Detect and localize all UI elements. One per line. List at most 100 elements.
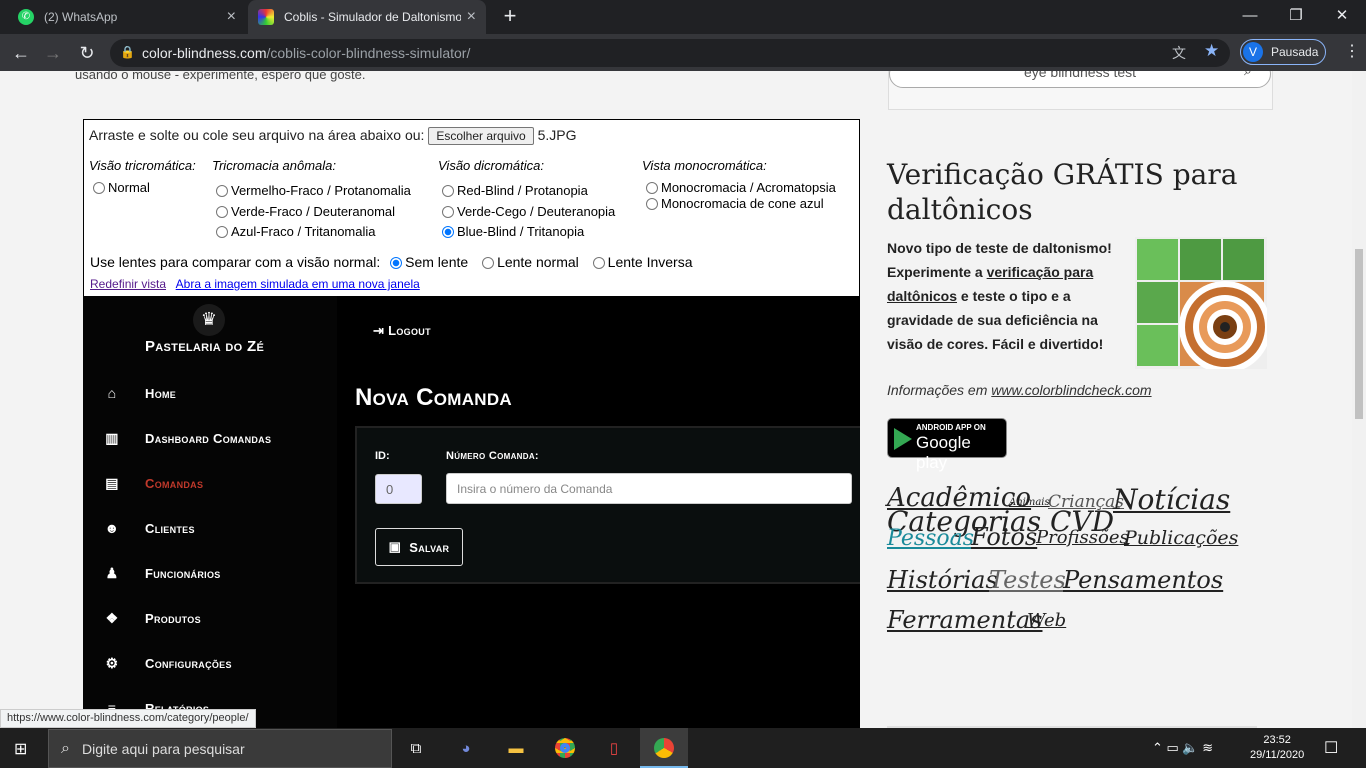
id-label: ID:	[375, 450, 390, 462]
back-button[interactable]: ←	[8, 41, 34, 65]
file-name: 5.JPG	[537, 127, 577, 143]
form-card: ID: Número Comanda: 0 Insira o número da…	[355, 426, 860, 584]
coblis-favicon-icon	[258, 9, 274, 25]
file-explorer-icon[interactable]: ▬	[504, 738, 528, 760]
profile-button[interactable]: V Pausada	[1240, 39, 1326, 65]
chrome-profile-icon[interactable]	[652, 738, 676, 760]
lens-label: Use lentes para comparar com a visão nor…	[90, 254, 381, 270]
close-tab-icon[interactable]: ×	[467, 8, 476, 26]
menu-item-label: Produtos	[145, 610, 201, 626]
forward-button[interactable]: →	[40, 41, 66, 65]
radio-normal[interactable]: Normal	[93, 180, 150, 195]
radio-lente-inversa[interactable]: Lente Inversa	[592, 254, 693, 270]
coblis-links: Redefinir vista Abra a imagem simulada e…	[90, 276, 420, 291]
radio-sem-lente[interactable]: Sem lente	[390, 254, 468, 270]
category-link[interactable]: Fotos	[971, 523, 1037, 551]
group-title-monocromatica: Vista monocromática:	[642, 158, 767, 173]
radio-tritanomalia[interactable]: Azul-Fraco / Tritanomalia	[216, 224, 376, 239]
menu-item-2[interactable]: ▤ Comandas	[101, 473, 203, 493]
gears-icon: ⚙	[105, 654, 119, 671]
category-link[interactable]: Ferramentas	[887, 606, 1042, 634]
url-text[interactable]: color-blindness.com/coblis-color-blindne…	[142, 45, 470, 61]
radio-acromatopsia[interactable]: Monocromacia / Acromatopsia	[646, 180, 836, 195]
save-button[interactable]: ▣ Salvar	[375, 528, 463, 566]
menu-item-6[interactable]: ⚙ Configurações	[101, 653, 232, 673]
radio-deuteranopia[interactable]: Verde-Cego / Deuteranopia	[442, 204, 615, 219]
numero-label: Número Comanda:	[446, 450, 539, 462]
menu-item-1[interactable]: ▥ Dashboard Comandas	[101, 428, 271, 448]
avatar: V	[1243, 42, 1263, 62]
search-icon[interactable]: ⌕	[1244, 71, 1252, 79]
bookmark-star-icon[interactable]: ★	[1204, 41, 1219, 61]
category-link[interactable]: Animais	[1009, 497, 1050, 508]
lock-icon[interactable]: 🔒	[120, 45, 135, 59]
menu-item-label: Comandas	[145, 475, 204, 491]
cubes-icon: ❖	[105, 609, 119, 626]
group-title-tricromatica: Visão tricromática:	[89, 158, 196, 173]
translate-icon[interactable]: 文	[1172, 43, 1186, 63]
menu-item-0[interactable]: ⌂ Home	[101, 383, 176, 403]
close-window-button[interactable]: ✕	[1322, 4, 1362, 28]
radio-protanopia[interactable]: Red-Blind / Protanopia	[442, 183, 588, 198]
category-link[interactable]: Web	[1027, 610, 1066, 631]
radio-cone-azul[interactable]: Monocromacia de cone azul	[646, 196, 824, 211]
new-tab-button[interactable]: +	[498, 4, 522, 28]
minimize-button[interactable]: —	[1230, 4, 1270, 28]
category-link[interactable]: Pensamentos	[1063, 566, 1223, 594]
category-link[interactable]: Pessoas	[887, 526, 974, 551]
scrollbar-thumb[interactable]	[1355, 249, 1363, 419]
category-link[interactable]: Publicações	[1124, 527, 1238, 549]
lens-row: Use lentes para comparar com a visão nor…	[90, 254, 693, 270]
menu-item-label: Home	[145, 385, 177, 401]
close-tab-icon[interactable]: ×	[227, 8, 236, 26]
category-link[interactable]: Profissões	[1036, 527, 1129, 548]
search-icon: ⌕	[61, 739, 70, 757]
restore-button[interactable]: ❐	[1276, 4, 1316, 28]
page-viewport: usando o mouse - experimente, espero que…	[0, 71, 1352, 728]
tab-whatsapp[interactable]: ✆ (2) WhatsApp ×	[8, 0, 246, 34]
home-icon: ⌂	[107, 385, 117, 401]
page-scrollbar[interactable]	[1352, 71, 1366, 728]
category-link[interactable]: Testes	[989, 566, 1066, 594]
logout-button[interactable]: ⇥ Logout	[373, 323, 431, 339]
menu-item-3[interactable]: ☻ Clientes	[101, 518, 195, 538]
simulated-app-image: ♛ Pastelaria do Zé ⌂ Home ▥ Dashboard Coman…	[83, 296, 860, 728]
windows-start-icon[interactable]: ⊞	[14, 739, 27, 759]
play-store-icon	[894, 428, 912, 450]
menu-item-4[interactable]: ♟ Funcionários	[101, 563, 221, 583]
taskbar-search[interactable]: ⌕ Digite aqui para pesquisar	[48, 729, 392, 768]
user-icon: ♟	[105, 564, 119, 581]
reload-button[interactable]: ↻	[74, 41, 100, 65]
numero-comanda-input[interactable]: Insira o número da Comanda	[446, 473, 852, 504]
tab-coblis[interactable]: Coblis - Simulador de Daltonismo ×	[248, 0, 486, 34]
google-play-badge[interactable]: ANDROID APP ON Google play	[887, 418, 1007, 472]
tab-title: Coblis - Simulador de Daltonismo	[284, 10, 461, 24]
radio-tritanopia[interactable]: Blue-Blind / Tritanopia	[442, 224, 584, 239]
task-view-icon[interactable]: ⧉	[404, 738, 428, 760]
radio-protanomalia[interactable]: Vermelho-Fraco / Protanomalia	[216, 183, 411, 198]
notifications-icon[interactable]: ☐	[1324, 738, 1338, 758]
category-link[interactable]: Notícias	[1113, 483, 1230, 516]
choose-file-button[interactable]: Escolher arquivo	[428, 127, 534, 145]
colorblindcheck-link[interactable]: www.colorblindcheck.com	[991, 382, 1151, 398]
chrome-icon[interactable]	[553, 738, 577, 760]
discord-icon[interactable]: ◕	[454, 738, 478, 760]
open-new-window-link[interactable]: Abra a imagem simulada em uma nova janel…	[176, 277, 420, 291]
floppy-icon: ▣	[388, 539, 402, 554]
system-tray[interactable]: ⌃ ▭ 🔈 ≋	[1152, 740, 1213, 756]
app-sidebar: ♛ Pastelaria do Zé ⌂ Home ▥ Dashboard Coman…	[83, 296, 337, 728]
search-input[interactable]: eye blindness test	[889, 71, 1271, 88]
menu-dots-icon[interactable]: ⋮	[1344, 41, 1360, 61]
clock[interactable]: 23:52 29/11/2020	[1250, 733, 1304, 763]
category-link[interactable]: Histórias	[887, 566, 998, 594]
menu-item-label: Dashboard Comandas	[145, 430, 272, 446]
colorblindcheck-image[interactable]	[1135, 237, 1271, 373]
reset-view-link[interactable]: Redefinir vista	[90, 277, 166, 291]
app-icon[interactable]: ▯	[602, 738, 626, 760]
app-main: Nova Comanda ID: Número Comanda: 0 Insir…	[337, 372, 860, 728]
id-field[interactable]: 0	[375, 474, 422, 504]
users-icon: ☻	[104, 520, 120, 536]
radio-lente-normal[interactable]: Lente normal	[482, 254, 579, 270]
menu-item-5[interactable]: ❖ Produtos	[101, 608, 201, 628]
radio-deuteranomal[interactable]: Verde-Fraco / Deuteranomal	[216, 204, 395, 219]
